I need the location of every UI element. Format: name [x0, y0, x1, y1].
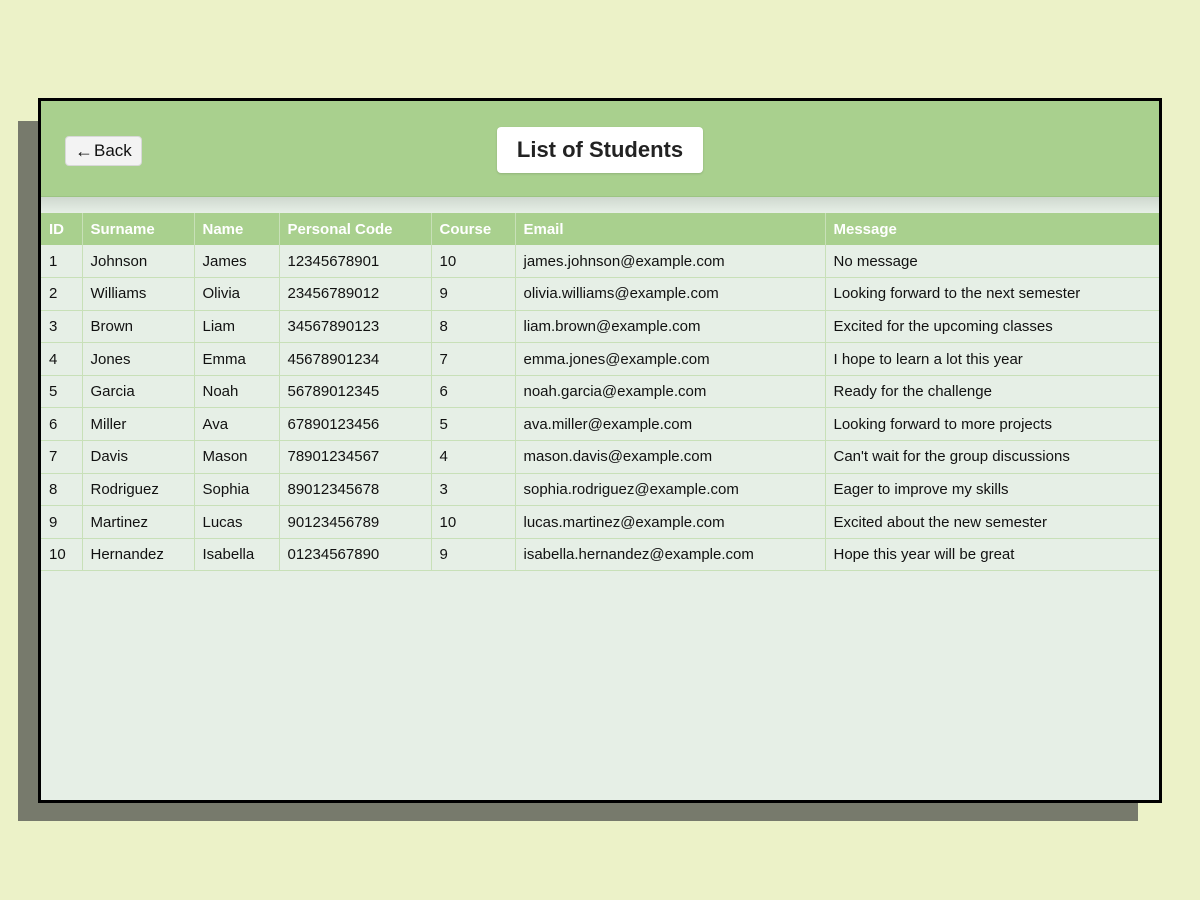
table-row[interactable]: 7 Davis Mason 78901234567 4 mason.davis@examp…	[41, 440, 1159, 474]
cell-email: ava.miller@example.com	[515, 407, 826, 442]
cell-surname: Garcia	[82, 375, 195, 409]
cell-message: Excited for the upcoming classes	[825, 310, 1159, 344]
cell-name: Isabella	[194, 538, 280, 572]
cell-surname: Miller	[82, 407, 195, 442]
table-row[interactable]: 3 Brown Liam 34567890123 8 liam.brown@example…	[41, 310, 1159, 344]
cell-course: 9	[431, 538, 516, 572]
cell-personal-code: 67890123456	[279, 407, 432, 442]
cell-id: 5	[41, 375, 83, 409]
cell-email: liam.brown@example.com	[515, 310, 826, 344]
cell-name: Mason	[194, 440, 280, 474]
column-header-id[interactable]: ID	[41, 213, 83, 245]
cell-message: Eager to improve my skills	[825, 473, 1159, 507]
cell-id: 4	[41, 342, 83, 376]
page-title: List of Students	[497, 127, 703, 173]
header-divider	[41, 197, 1159, 213]
column-header-message[interactable]: Message	[825, 213, 1159, 245]
table-row[interactable]: 4 Jones Emma 45678901234 7 emma.jones@example…	[41, 342, 1159, 376]
cell-email: lucas.martinez@example.com	[515, 505, 826, 539]
cell-name: Liam	[194, 310, 280, 344]
cell-email: olivia.williams@example.com	[515, 277, 826, 311]
cell-email: james.johnson@example.com	[515, 245, 826, 279]
cell-id: 8	[41, 473, 83, 507]
back-button[interactable]: ← Back	[65, 136, 142, 166]
cell-id: 1	[41, 245, 83, 279]
cell-personal-code: 12345678901	[279, 245, 432, 279]
cell-id: 3	[41, 310, 83, 344]
cell-id: 9	[41, 505, 83, 539]
cell-surname: Hernandez	[82, 538, 195, 572]
page-header: ← Back List of Students	[41, 101, 1159, 197]
table-row[interactable]: 6 Miller Ava 67890123456 5 ava.miller@example…	[41, 407, 1159, 442]
cell-id: 7	[41, 440, 83, 474]
cell-surname: Williams	[82, 277, 195, 311]
cell-surname: Rodriguez	[82, 473, 195, 507]
cell-message: Excited about the new semester	[825, 505, 1159, 539]
table-row[interactable]: 2 Williams Olivia 23456789012 9 olivia.willia…	[41, 277, 1159, 311]
cell-course: 5	[431, 407, 516, 442]
cell-email: emma.jones@example.com	[515, 342, 826, 376]
table-row[interactable]: 10 Hernandez Isabella 01234567890 9 isabella.…	[41, 538, 1159, 572]
column-header-personal-code[interactable]: Personal Code	[279, 213, 432, 245]
cell-message: I hope to learn a lot this year	[825, 342, 1159, 376]
cell-personal-code: 01234567890	[279, 538, 432, 572]
cell-name: Noah	[194, 375, 280, 409]
cell-course: 7	[431, 342, 516, 376]
table-header-row: ID Surname Name Personal Code Course Ema…	[41, 213, 1159, 245]
table-row[interactable]: 8 Rodriguez Sophia 89012345678 3 sophia.rodri…	[41, 473, 1159, 507]
back-button-label: Back	[94, 141, 132, 160]
cell-message: Can't wait for the group discussions	[825, 440, 1159, 474]
cell-course: 6	[431, 375, 516, 409]
cell-surname: Johnson	[82, 245, 195, 279]
cell-name: Emma	[194, 342, 280, 376]
cell-surname: Brown	[82, 310, 195, 344]
cell-personal-code: 90123456789	[279, 505, 432, 539]
table-row[interactable]: 1 Johnson James 12345678901 10 james.johnson@…	[41, 245, 1159, 279]
cell-personal-code: 78901234567	[279, 440, 432, 474]
table-row[interactable]: 5 Garcia Noah 56789012345 6 noah.garcia@examp…	[41, 375, 1159, 409]
cell-message: Ready for the challenge	[825, 375, 1159, 409]
cell-course: 10	[431, 505, 516, 539]
left-arrow-icon: ←	[75, 141, 93, 161]
cell-message: Looking forward to the next semester	[825, 277, 1159, 311]
cell-id: 2	[41, 277, 83, 311]
table-row[interactable]: 9 Martinez Lucas 90123456789 10 lucas.martine…	[41, 505, 1159, 539]
cell-personal-code: 89012345678	[279, 473, 432, 507]
cell-course: 9	[431, 277, 516, 311]
students-window: ← Back List of Students ID Surname Name …	[38, 98, 1162, 803]
cell-personal-code: 45678901234	[279, 342, 432, 376]
cell-id: 6	[41, 407, 83, 442]
column-header-surname[interactable]: Surname	[82, 213, 195, 245]
cell-surname: Jones	[82, 342, 195, 376]
cell-name: Ava	[194, 407, 280, 442]
students-table: ID Surname Name Personal Code Course Ema…	[41, 213, 1159, 572]
cell-message: Hope this year will be great	[825, 538, 1159, 572]
cell-name: Lucas	[194, 505, 280, 539]
cell-message: Looking forward to more projects	[825, 407, 1159, 442]
cell-course: 8	[431, 310, 516, 344]
column-header-name[interactable]: Name	[194, 213, 280, 245]
cell-email: isabella.hernandez@example.com	[515, 538, 826, 572]
cell-surname: Davis	[82, 440, 195, 474]
column-header-course[interactable]: Course	[431, 213, 516, 245]
cell-message: No message	[825, 245, 1159, 279]
cell-email: sophia.rodriguez@example.com	[515, 473, 826, 507]
cell-name: James	[194, 245, 280, 279]
cell-course: 10	[431, 245, 516, 279]
cell-personal-code: 23456789012	[279, 277, 432, 311]
cell-name: Sophia	[194, 473, 280, 507]
column-header-email[interactable]: Email	[515, 213, 826, 245]
table-body: 1 Johnson James 12345678901 10 james.johnson@…	[41, 245, 1159, 572]
cell-email: mason.davis@example.com	[515, 440, 826, 474]
cell-id: 10	[41, 538, 83, 572]
cell-course: 3	[431, 473, 516, 507]
cell-surname: Martinez	[82, 505, 195, 539]
cell-course: 4	[431, 440, 516, 474]
cell-personal-code: 34567890123	[279, 310, 432, 344]
cell-personal-code: 56789012345	[279, 375, 432, 409]
cell-email: noah.garcia@example.com	[515, 375, 826, 409]
cell-name: Olivia	[194, 277, 280, 311]
